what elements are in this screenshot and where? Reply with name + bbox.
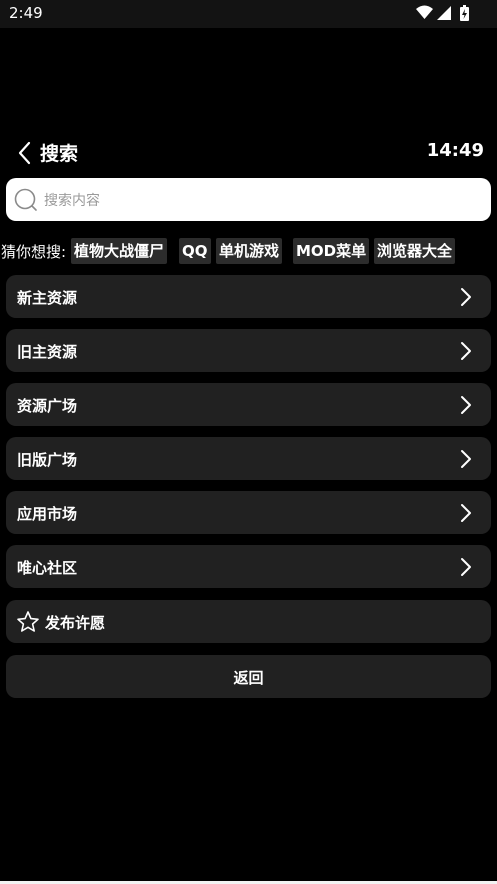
page-title: 搜索 <box>40 143 79 165</box>
chevron-right-icon <box>461 558 471 576</box>
star-icon <box>17 611 39 632</box>
publish-wish-label: 发布许愿 <box>45 614 106 632</box>
return-button[interactable]: 返回 <box>6 655 491 698</box>
menu-item-label: 唯心社区 <box>17 559 78 577</box>
search-input[interactable] <box>42 178 486 223</box>
clock: 14:49 <box>426 140 484 161</box>
status-bar: 2:49 <box>0 0 497 28</box>
status-time: 2:49 <box>9 4 43 22</box>
menu-item-label: 资源广场 <box>17 397 78 415</box>
chevron-right-icon <box>461 342 471 360</box>
suggestion-chip[interactable]: MOD菜单 <box>293 238 370 264</box>
menu-item-label: 旧版广场 <box>17 451 78 469</box>
search-icon <box>14 188 37 211</box>
battery-icon <box>460 5 469 21</box>
menu-item-old-main-resources[interactable]: 旧主资源 <box>6 329 491 372</box>
back-button[interactable] <box>14 140 38 166</box>
suggestions-label: 猜你想搜: <box>1 243 67 261</box>
menu-item-new-main-resources[interactable]: 新主资源 <box>6 275 491 318</box>
suggestion-chip[interactable]: 植物大战僵尸 <box>71 238 168 264</box>
back-arrow-icon <box>18 141 31 165</box>
menu-item-label: 应用市场 <box>17 505 78 523</box>
publish-wish-button[interactable]: 发布许愿 <box>6 600 491 643</box>
search-box[interactable] <box>6 178 491 223</box>
menu-item-label: 新主资源 <box>17 289 78 307</box>
signal-icon <box>437 6 451 20</box>
menu-item-community[interactable]: 唯心社区 <box>6 545 491 588</box>
wifi-icon <box>416 5 433 19</box>
chevron-right-icon <box>461 450 471 468</box>
menu-item-app-market[interactable]: 应用市场 <box>6 491 491 534</box>
menu-item-old-version-plaza[interactable]: 旧版广场 <box>6 437 491 480</box>
chevron-right-icon <box>461 396 471 414</box>
suggestion-chip[interactable]: QQ <box>179 238 211 264</box>
chevron-right-icon <box>461 504 471 522</box>
header: 搜索 14:49 <box>0 136 497 170</box>
suggestion-chip[interactable]: 浏览器大全 <box>374 238 456 264</box>
suggestions-row: 猜你想搜: 植物大战僵尸 QQ 单机游戏 MOD菜单 浏览器大全 <box>0 238 497 264</box>
chevron-right-icon <box>461 288 471 306</box>
return-button-label: 返回 <box>233 669 264 687</box>
menu-item-resource-plaza[interactable]: 资源广场 <box>6 383 491 426</box>
menu-item-label: 旧主资源 <box>17 343 78 361</box>
suggestion-chip[interactable]: 单机游戏 <box>216 238 283 264</box>
